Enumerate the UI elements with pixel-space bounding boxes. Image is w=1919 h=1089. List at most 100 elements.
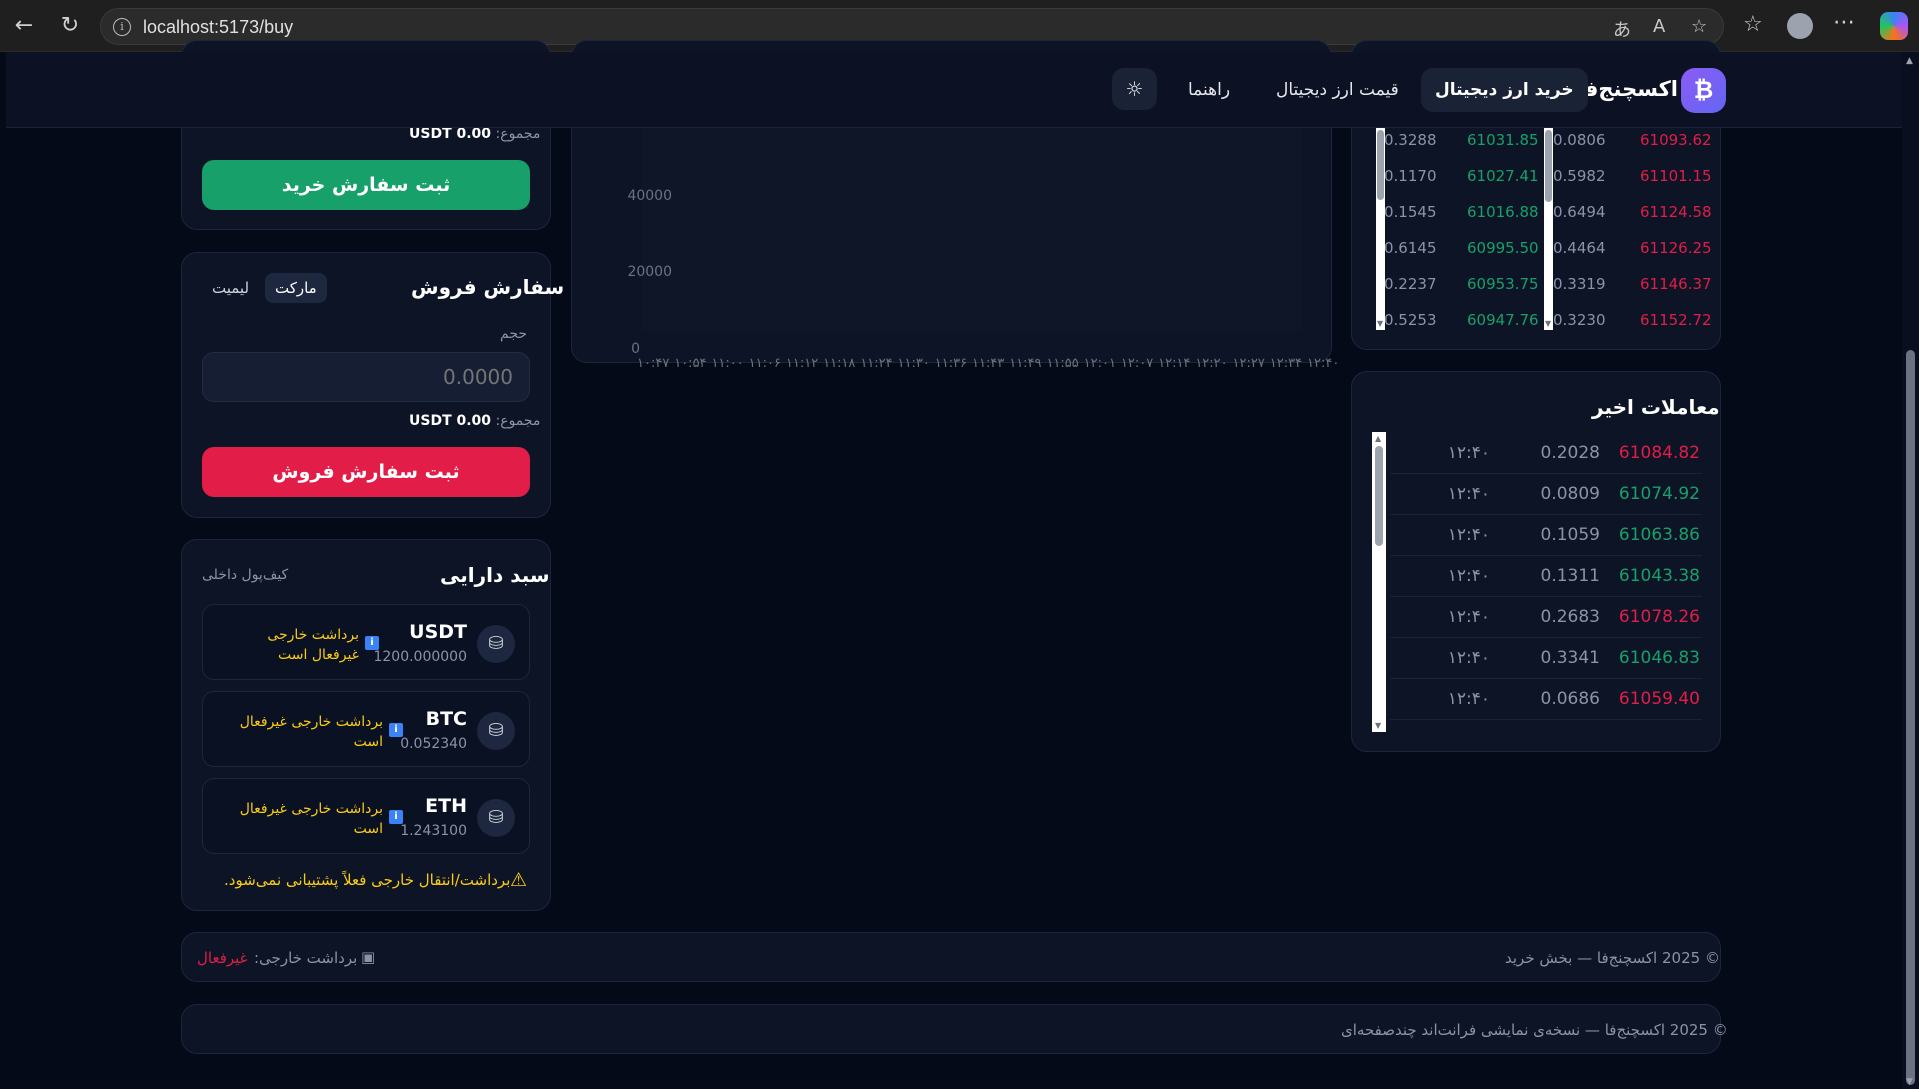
volume-label: حجم — [500, 326, 528, 342]
asset-amount: 0.052340 — [400, 736, 467, 752]
brand-name[interactable]: اکسچنج‌فا — [1577, 77, 1678, 101]
bid-price[interactable]: 60995.50 — [1467, 239, 1539, 257]
y-tick: 20000 — [627, 264, 672, 280]
bid-price[interactable]: 60953.75 — [1467, 275, 1539, 293]
x-tick: ۱۱:۴۳ — [972, 356, 1005, 371]
favorite-star-icon[interactable]: ☆ — [1691, 16, 1707, 37]
ask-price[interactable]: 61152.72 — [1640, 311, 1712, 329]
bid-amount: 0.1545 — [1384, 203, 1437, 221]
scroll-down-icon[interactable]: ▼ — [1375, 721, 1381, 730]
sell-order-title: سفارش فروش — [411, 275, 565, 299]
sell-total: مجموع: USDT 0.00 — [409, 413, 541, 429]
asset-symbol: ETH — [425, 795, 467, 817]
bid-price[interactable]: 60947.76 — [1467, 311, 1539, 329]
bid-amount: 0.3288 — [1384, 131, 1437, 149]
bid-price[interactable]: 61027.41 — [1467, 167, 1539, 185]
profile-avatar[interactable] — [1787, 13, 1813, 39]
trade-amount: 0.0686 — [1540, 689, 1600, 709]
trade-price: 61074.92 — [1618, 484, 1700, 504]
favorites-icon[interactable]: ☆ — [1743, 12, 1763, 37]
info-icon: i — [365, 636, 379, 650]
x-tick: ۱۱:۳۶ — [934, 356, 968, 371]
coins-icon: ⛁ — [477, 799, 515, 837]
url-text[interactable]: localhost:5173/buy — [143, 17, 293, 38]
bids-scrollbar-thumb[interactable] — [1377, 130, 1384, 200]
trade-amount: 0.2683 — [1540, 607, 1600, 627]
more-menu-icon[interactable]: ⋯ — [1833, 10, 1855, 35]
ask-amount: 0.5982 — [1553, 167, 1606, 185]
ask-price[interactable]: 61093.62 — [1640, 131, 1712, 149]
scroll-up-icon[interactable]: ▲ — [1906, 56, 1913, 66]
scroll-down-icon[interactable]: ▼ — [1545, 319, 1551, 328]
trade-row: 61059.40 0.0686 ۱۲:۴۰ — [1390, 679, 1702, 720]
warning-icon: ⚠ — [510, 869, 528, 891]
bid-amount: 0.6145 — [1384, 239, 1437, 257]
trade-row: 61063.86 0.1059 ۱۲:۴۰ — [1390, 515, 1702, 556]
recent-trades-title: معاملات اخیر — [1592, 395, 1720, 419]
translate-icon[interactable]: あ — [1613, 16, 1631, 42]
asks-scrollbar-thumb[interactable] — [1545, 130, 1552, 202]
submit-buy-order-button[interactable]: ثبت سفارش خرید — [202, 160, 530, 210]
read-aloud-icon[interactable]: A — [1653, 16, 1665, 37]
trade-time: ۱۲:۴۰ — [1447, 648, 1490, 668]
nav-crypto-price[interactable]: قیمت ارز دیجیتال — [1262, 68, 1413, 112]
ask-price[interactable]: 61124.58 — [1640, 203, 1712, 221]
scroll-up-icon[interactable]: ▲ — [1375, 434, 1381, 443]
scroll-down-icon[interactable]: ▼ — [1906, 1077, 1913, 1087]
trade-row: 61046.83 0.3341 ۱۲:۴۰ — [1390, 638, 1702, 679]
trade-amount: 0.0809 — [1540, 484, 1600, 504]
ask-price[interactable]: 61126.25 — [1640, 239, 1712, 257]
coins-icon: ⛁ — [477, 712, 515, 750]
trade-row: 61074.92 0.0809 ۱۲:۴۰ — [1390, 474, 1702, 515]
trade-amount: 0.1311 — [1540, 566, 1600, 586]
back-icon[interactable]: ← — [10, 12, 38, 40]
bid-amount: 0.2237 — [1384, 275, 1437, 293]
asset-row-eth: ⛁ ETH 1.243100 i برداشت خارجی غیرفعال است — [202, 778, 530, 854]
x-tick: ۱۱:۱۸ — [823, 356, 856, 371]
nav-guide[interactable]: راهنما — [1174, 68, 1244, 112]
tab-limit[interactable]: لیمیت — [202, 273, 259, 303]
x-tick: ۱۲:۱۴ — [1158, 356, 1191, 371]
ask-price[interactable]: 61146.37 — [1640, 275, 1712, 293]
withdraw-warning: برداشت خارجی غیرفعال است — [239, 714, 383, 750]
scroll-down-icon[interactable]: ▼ — [1377, 319, 1383, 328]
ask-amount: 0.3230 — [1553, 311, 1606, 329]
withdraw-note: برداشت/انتقال خارجی فعلاً پشتیبانی نمی‌ش… — [224, 871, 511, 889]
sun-icon[interactable]: ☼ — [1112, 68, 1157, 110]
trades-scrollbar-thumb[interactable] — [1375, 446, 1383, 546]
asset-amount: 1200.000000 — [373, 649, 467, 665]
trade-price: 61063.86 — [1618, 525, 1700, 545]
ask-price[interactable]: 61101.15 — [1640, 167, 1712, 185]
page-scrollbar-thumb[interactable] — [1906, 350, 1915, 1085]
buy-total: مجموع: USDT 0.00 — [409, 126, 541, 142]
ask-amount: 0.3319 — [1553, 275, 1606, 293]
trade-price: 61046.83 — [1618, 648, 1700, 668]
footer-text: © 2025 اکسچنج‌فا — نسخه‌ی نمایشی فرانت‌ا… — [1341, 1021, 1728, 1039]
asset-row-btc: ⛁ BTC 0.052340 i برداشت خارجی غیرفعال است — [202, 691, 530, 767]
info-icon: i — [389, 723, 403, 737]
reload-icon[interactable]: ↻ — [56, 12, 84, 40]
y-tick: 40000 — [627, 188, 672, 204]
nav-buy-crypto[interactable]: خرید ارز دیجیتال — [1421, 68, 1588, 112]
tab-market[interactable]: مارکت — [265, 273, 327, 303]
site-info-icon[interactable]: i — [113, 18, 131, 36]
page-scrollbar[interactable]: ▲ ▼ — [1902, 52, 1919, 1089]
asset-symbol: BTC — [425, 708, 467, 730]
withdraw-status-label: برداشت خارجی: — [254, 949, 358, 967]
bid-price[interactable]: 61031.85 — [1467, 131, 1539, 149]
x-tick: ۱۱:۳۰ — [897, 356, 930, 371]
withdraw-warning: برداشت خارجی غیرفعال است — [267, 627, 359, 663]
x-tick: ۱۲:۰۱ — [1083, 356, 1116, 371]
bid-price[interactable]: 61016.88 — [1467, 203, 1539, 221]
trade-row: 61084.82 0.2028 ۱۲:۴۰ — [1390, 433, 1702, 474]
x-tick: ۱۱:۰۰ — [711, 356, 744, 371]
trade-time: ۱۲:۴۰ — [1447, 566, 1490, 586]
chart-plot-area — [642, 121, 1302, 331]
x-tick: ۱۲:۴۰ — [1307, 356, 1340, 371]
submit-sell-order-button[interactable]: ثبت سفارش فروش — [202, 447, 530, 497]
trade-time: ۱۲:۴۰ — [1447, 607, 1490, 627]
copilot-icon[interactable] — [1880, 12, 1908, 40]
bitcoin-logo-icon[interactable]: ₿ — [1681, 68, 1726, 113]
trade-price: 61043.38 — [1618, 566, 1700, 586]
volume-input[interactable] — [202, 352, 530, 402]
